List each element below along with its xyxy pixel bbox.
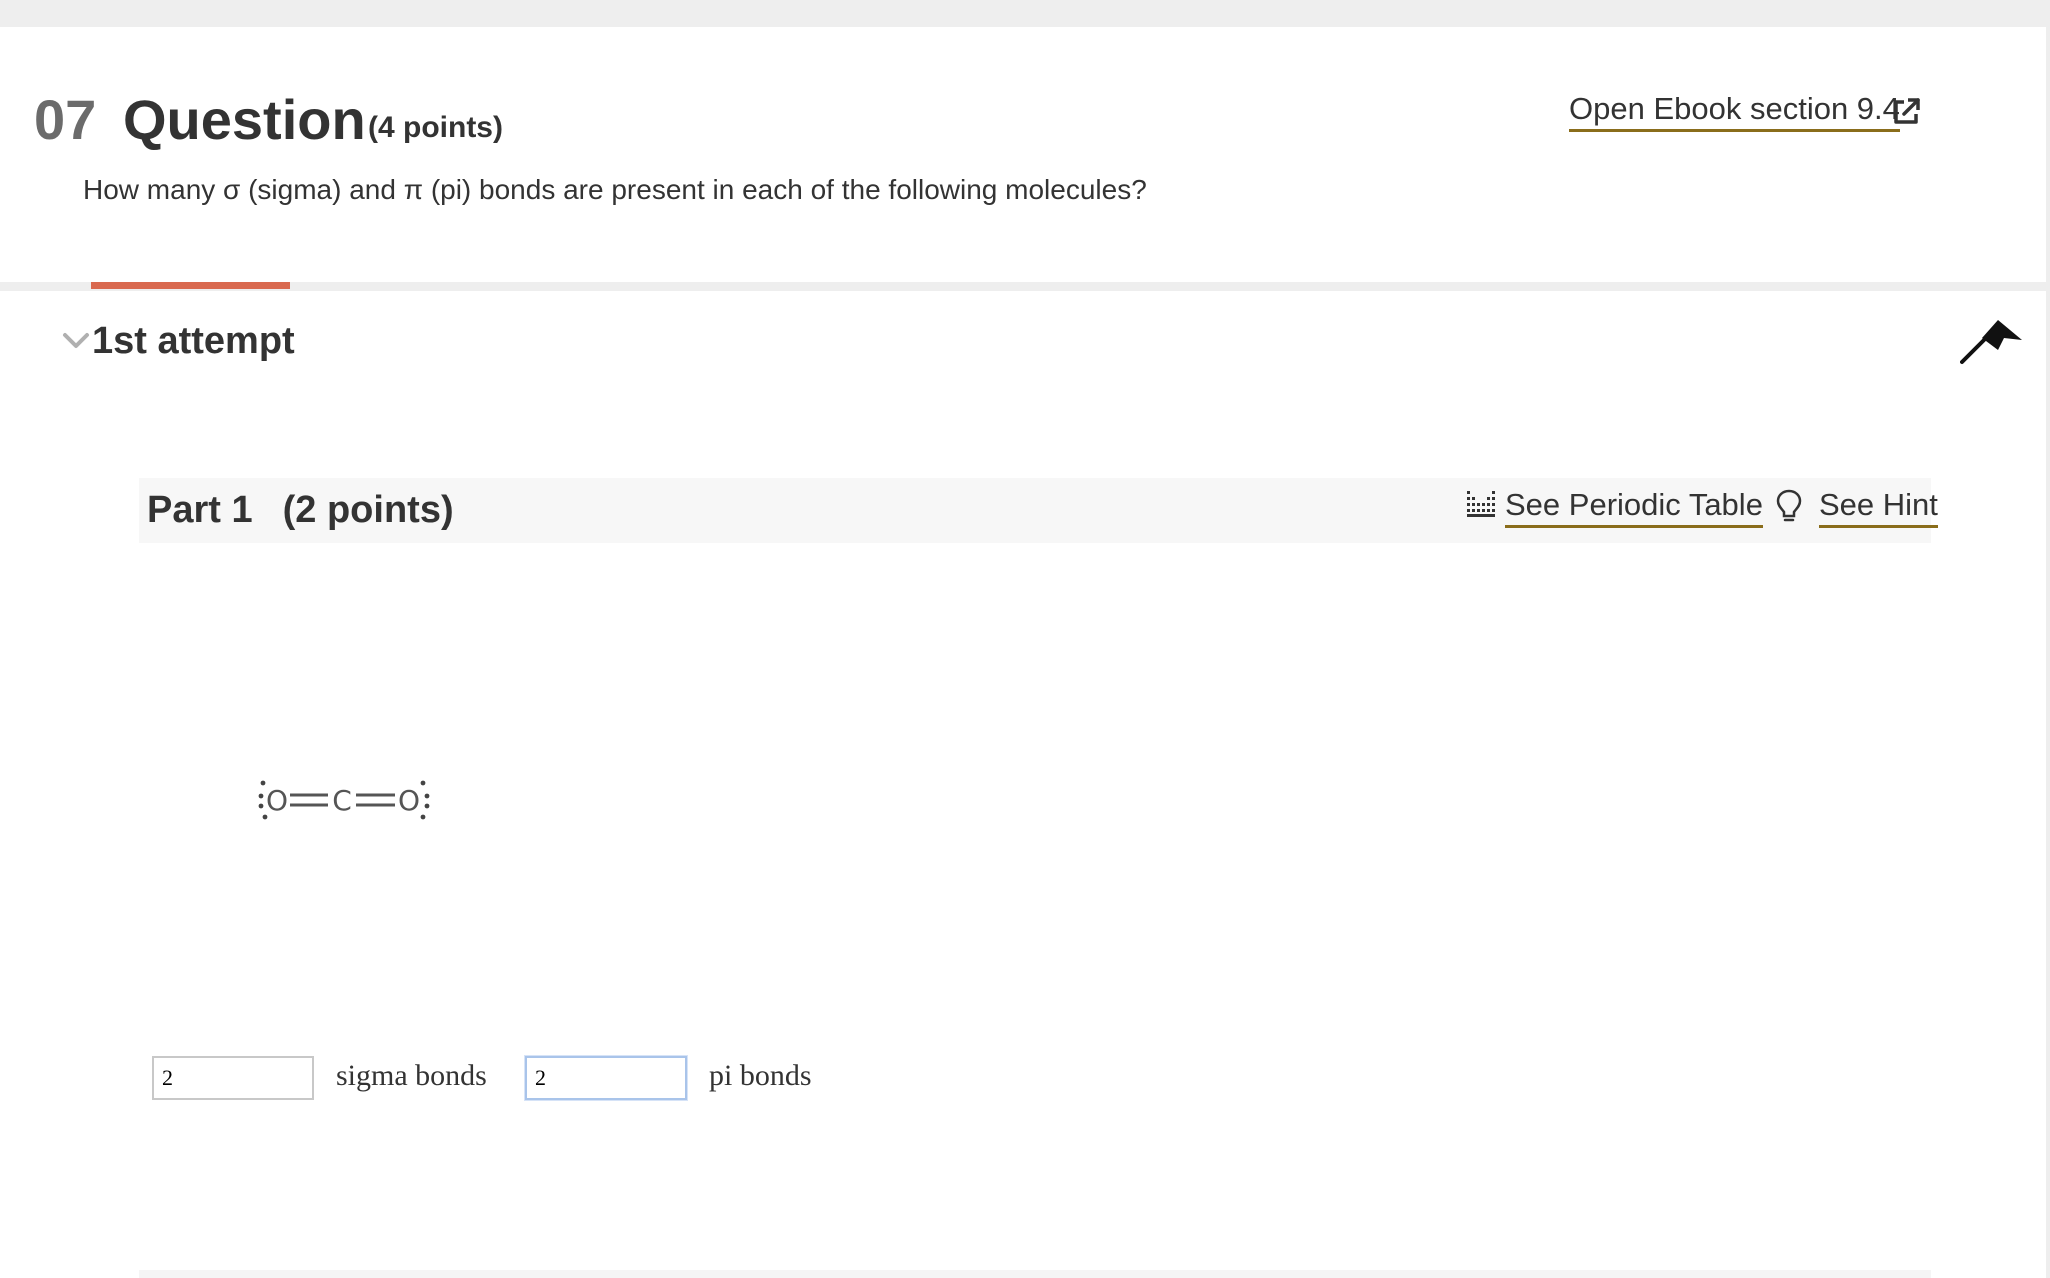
- lone-pair-dot: [260, 780, 266, 786]
- see-hint-link[interactable]: See Hint: [1819, 486, 1938, 528]
- top-strip: [0, 0, 2050, 27]
- external-link-icon[interactable]: [1890, 96, 1922, 128]
- lone-pair-dot: [420, 780, 426, 786]
- lone-pair-dot: [420, 814, 426, 820]
- attempt-label[interactable]: 1st attempt: [92, 318, 295, 364]
- lone-pair-dot: [424, 793, 430, 799]
- pi-bonds-label: pi bonds: [709, 1059, 812, 1092]
- section-divider: [0, 282, 2046, 291]
- periodic-table-icon[interactable]: [1466, 488, 1496, 518]
- lone-pair-dot: [424, 803, 430, 809]
- question-number: 07: [34, 88, 97, 151]
- sigma-bonds-label: sigma bonds: [336, 1059, 487, 1092]
- question-points: (4 points): [368, 111, 503, 144]
- collapse-arrow-icon[interactable]: [1960, 318, 2024, 366]
- sigma-bonds-input[interactable]: [152, 1056, 314, 1100]
- right-scroll-edge: [2046, 27, 2050, 1278]
- lone-pair-dot: [258, 803, 264, 809]
- co2-lewis-structure: O C O: [258, 780, 430, 820]
- open-ebook-link[interactable]: Open Ebook section 9.4: [1569, 90, 1900, 132]
- see-periodic-table-link[interactable]: See Periodic Table: [1505, 486, 1763, 528]
- atom-carbon: C: [332, 784, 352, 817]
- atom-oxygen-left: O: [266, 784, 288, 817]
- lightbulb-icon[interactable]: [1776, 488, 1802, 524]
- lone-pair-dot: [258, 793, 264, 799]
- question-title: Question: [123, 88, 366, 151]
- pi-bonds-input[interactable]: [525, 1056, 687, 1100]
- atom-oxygen-right: O: [398, 784, 420, 817]
- attempt-tab-indicator: [91, 282, 290, 289]
- chevron-down-icon[interactable]: [62, 330, 90, 352]
- part-title-label: Part 1: [147, 489, 253, 531]
- part-points: (2 points): [282, 489, 454, 531]
- question-prompt: How many σ (sigma) and π (pi) bonds are …: [83, 174, 1147, 205]
- part-bottom-rule: [139, 1270, 1931, 1278]
- part-title: Part 1 (2 points): [147, 487, 454, 533]
